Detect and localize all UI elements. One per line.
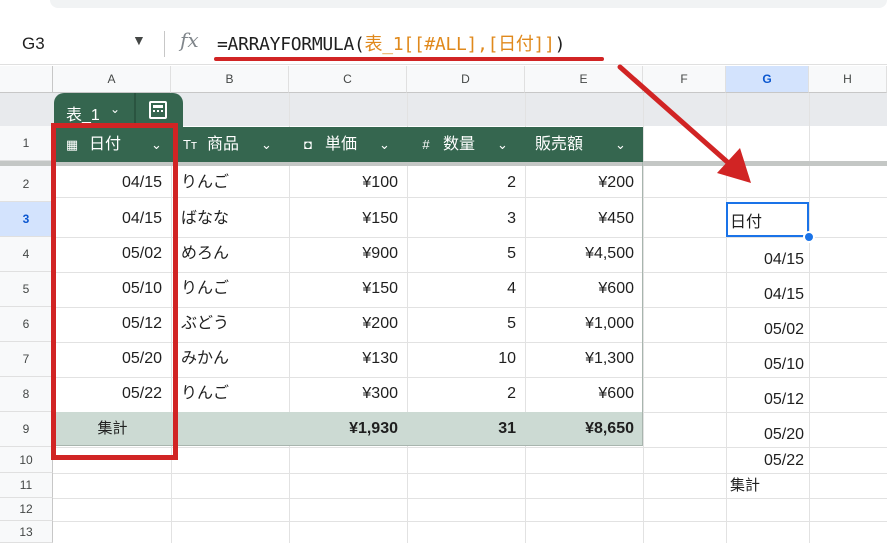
table-header-sales[interactable]: 販売額 ⌄	[535, 127, 643, 162]
g-cell-value[interactable]: 05/10	[726, 348, 804, 382]
table-cell-sales[interactable]: ¥450	[525, 202, 634, 236]
function-icon: fx	[180, 28, 199, 52]
selected-cell-g3[interactable]	[726, 202, 809, 237]
number-icon: #	[422, 137, 430, 152]
table-cell-sales[interactable]: ¥4,500	[525, 237, 634, 271]
row-header-2[interactable]: 2	[0, 166, 53, 202]
table-header-price[interactable]: ◘ 単価 ⌄	[299, 127, 407, 162]
table-cell-price[interactable]: ¥900	[289, 237, 398, 271]
column-header-e[interactable]: E	[525, 66, 643, 93]
table-cell-sales[interactable]: ¥1,300	[525, 342, 634, 376]
table-cell-sales[interactable]: ¥200	[525, 166, 634, 200]
table-cell-product[interactable]: りんご	[181, 377, 289, 411]
fill-handle[interactable]	[803, 231, 815, 243]
chevron-down-icon[interactable]: ⌄	[497, 127, 508, 162]
total-quantity[interactable]: 31	[407, 412, 516, 446]
top-strip	[0, 0, 887, 22]
table-header-product[interactable]: Tт 商品 ⌄	[181, 127, 289, 162]
name-box[interactable]: G3 ▼	[6, 28, 154, 58]
row-header-5[interactable]: 5	[0, 272, 53, 307]
table-cell-quantity[interactable]: 3	[407, 202, 516, 236]
annotation-highlight-box	[51, 123, 178, 460]
row-header-8[interactable]: 8	[0, 377, 53, 412]
currency-icon: ◘	[304, 137, 312, 152]
header-label: 販売額	[535, 136, 584, 153]
select-all-corner[interactable]	[0, 66, 53, 93]
table-cell-price[interactable]: ¥300	[289, 377, 398, 411]
text-type-icon: Tт	[183, 137, 197, 152]
header-label: 単価	[325, 136, 358, 153]
row-header-6[interactable]: 6	[0, 307, 53, 342]
column-header-a[interactable]: A	[53, 66, 171, 93]
formula-range: 表_1[[#ALL],[日付]]	[364, 34, 555, 55]
table-cell-product[interactable]: りんご	[181, 166, 289, 200]
annotation-underline	[214, 57, 604, 61]
row-header-9[interactable]: 9	[0, 412, 53, 447]
divider	[164, 31, 165, 57]
header-label: 数量	[443, 136, 476, 153]
table-name-chip[interactable]: 表_1 ⌄	[54, 93, 183, 127]
row-header-10[interactable]: 10	[0, 447, 53, 473]
column-header-c[interactable]: C	[289, 66, 407, 93]
table-cell-product[interactable]: ばなな	[181, 202, 289, 236]
table-cell-price[interactable]: ¥130	[289, 342, 398, 376]
table-cell-product[interactable]: りんご	[181, 272, 289, 306]
table-cell-product[interactable]: みかん	[181, 342, 289, 376]
table-cell-price[interactable]: ¥150	[289, 202, 398, 236]
column-header-g[interactable]: G	[726, 66, 809, 93]
formula-close: )	[554, 34, 566, 55]
formula-function: =ARRAYFORMULA(	[217, 34, 365, 55]
column-header-h[interactable]: H	[809, 66, 887, 93]
table-cell-quantity[interactable]: 2	[407, 377, 516, 411]
row-header-3[interactable]: 3	[0, 202, 53, 237]
chevron-down-icon[interactable]: ⌄	[261, 127, 272, 162]
name-box-value: G3	[22, 34, 45, 53]
g-cell-value[interactable]: 04/15	[726, 243, 804, 277]
table-settings-icon[interactable]	[149, 101, 167, 119]
formula-input[interactable]: =ARRAYFORMULA(表_1[[#ALL],[日付]])	[217, 30, 565, 56]
table-cell-quantity[interactable]: 10	[407, 342, 516, 376]
g-cell-value[interactable]: 04/15	[726, 278, 804, 312]
table-cell-product[interactable]: めろん	[181, 237, 289, 271]
row-header-12[interactable]: 12	[0, 498, 53, 521]
g-cell-value[interactable]: 05/02	[726, 313, 804, 347]
table-cell-product[interactable]: ぶどう	[181, 307, 289, 341]
total-price[interactable]: ¥1,930	[289, 412, 398, 446]
row-header-4[interactable]: 4	[0, 237, 53, 272]
table-cell-quantity[interactable]: 5	[407, 237, 516, 271]
chevron-down-icon[interactable]: ⌄	[379, 127, 390, 162]
grid-line	[53, 521, 887, 522]
chevron-down-icon[interactable]: ⌄	[110, 102, 120, 116]
g-cell-total-label[interactable]: 集計	[730, 469, 808, 503]
g-cell-value[interactable]: 05/12	[726, 383, 804, 417]
header-label: 商品	[207, 136, 240, 153]
table-cell-quantity[interactable]: 2	[407, 166, 516, 200]
total-sales[interactable]: ¥8,650	[525, 412, 634, 446]
toolbar-edge	[50, 0, 887, 8]
chevron-down-icon[interactable]: ▼	[132, 32, 146, 48]
table-cell-sales[interactable]: ¥1,000	[525, 307, 634, 341]
table-cell-quantity[interactable]: 5	[407, 307, 516, 341]
table-header-quantity[interactable]: # 数量 ⌄	[417, 127, 525, 162]
table-cell-price[interactable]: ¥200	[289, 307, 398, 341]
row-header-13[interactable]: 13	[0, 521, 53, 543]
table-name: 表_1	[66, 107, 100, 124]
column-header-f[interactable]: F	[643, 66, 726, 93]
column-header-b[interactable]: B	[171, 66, 289, 93]
row-header-1[interactable]: 1	[0, 126, 53, 161]
table-cell-sales[interactable]: ¥600	[525, 377, 634, 411]
chevron-down-icon[interactable]: ⌄	[615, 127, 626, 162]
divider	[134, 93, 136, 127]
row-header-7[interactable]: 7	[0, 342, 53, 377]
column-header-d[interactable]: D	[407, 66, 525, 93]
table-cell-quantity[interactable]: 4	[407, 272, 516, 306]
row-header-11[interactable]: 11	[0, 473, 53, 498]
table-cell-price[interactable]: ¥150	[289, 272, 398, 306]
table-cell-price[interactable]: ¥100	[289, 166, 398, 200]
table-cell-sales[interactable]: ¥600	[525, 272, 634, 306]
